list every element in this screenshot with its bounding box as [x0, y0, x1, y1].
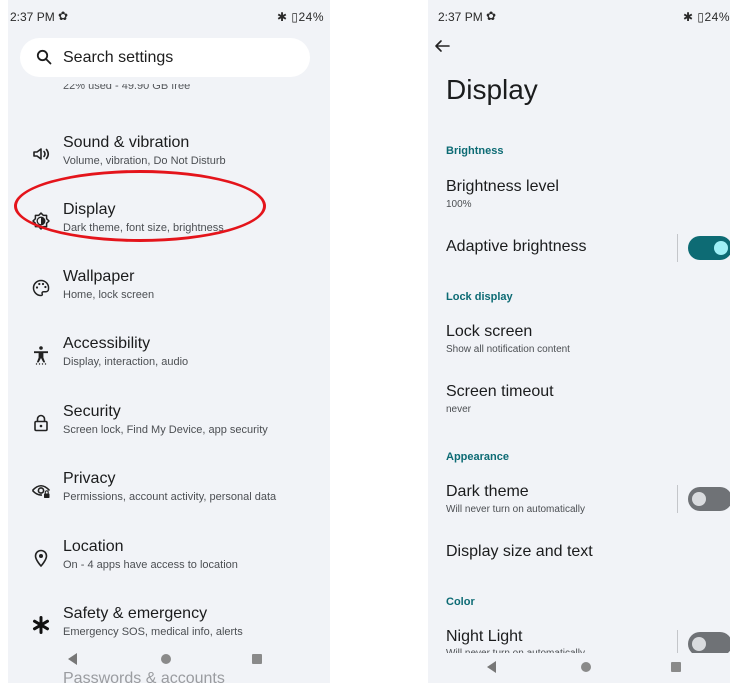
navigation-bar — [8, 641, 330, 683]
settings-item-title: Wallpaper — [63, 268, 135, 285]
display-size-title: Display size and text — [446, 543, 593, 560]
settings-item-title: Sound & vibration — [63, 134, 190, 151]
brightness-level-title: Brightness level — [446, 178, 559, 195]
adaptive-brightness-title: Adaptive brightness — [446, 238, 587, 255]
settings-item-subtitle: Emergency SOS, medical info, alerts — [63, 626, 243, 638]
section-header-appearance: Appearance — [446, 451, 509, 463]
status-time: 2:37 PM — [10, 10, 55, 24]
night-light-title: Night Light — [446, 628, 523, 645]
asterisk-icon — [33, 616, 49, 634]
display-settings-screen: 2:37 PM ✿ ✱ ▯24% Display Brightness Brig… — [428, 0, 730, 683]
palette-icon — [32, 279, 50, 297]
section-header-brightness: Brightness — [446, 145, 504, 157]
search-placeholder: Search settings — [63, 49, 174, 66]
back-arrow-icon[interactable] — [433, 38, 451, 54]
settings-item-subtitle: Volume, vibration, Do Not Disturb — [63, 155, 226, 167]
settings-item-privacy[interactable]: Privacy Permissions, account activity, p… — [8, 467, 330, 519]
settings-item-title: Privacy — [63, 470, 116, 487]
recents-nav-icon[interactable] — [671, 662, 681, 672]
location-pin-icon — [34, 549, 48, 568]
home-nav-icon[interactable] — [581, 662, 591, 672]
brightness-level-value: 100% — [446, 199, 472, 210]
home-nav-icon[interactable] — [161, 654, 171, 664]
status-bar: 2:37 PM ✿ ✱ ▯24% — [8, 0, 330, 34]
screen-timeout-value: never — [446, 404, 472, 415]
settings-item-title: Accessibility — [63, 335, 151, 352]
settings-item-subtitle: Screen lock, Find My Device, app securit… — [63, 424, 268, 436]
section-header-lock-display: Lock display — [446, 291, 513, 303]
settings-screen: 2:37 PM ✿ ✱ ▯24% Search settings 22% use… — [8, 0, 330, 683]
back-nav-icon[interactable] — [487, 661, 496, 673]
status-battery: ✱ ▯24% — [276, 10, 324, 24]
speaker-icon — [33, 148, 50, 160]
status-bar: 2:37 PM ✿ ✱ ▯24% — [428, 0, 730, 34]
divider — [677, 234, 678, 262]
settings-item-location[interactable]: Location On - 4 apps have access to loca… — [8, 535, 330, 587]
dark-theme-title: Dark theme — [446, 483, 529, 500]
lock-screen-title: Lock screen — [446, 323, 533, 340]
screen-timeout-title: Screen timeout — [446, 383, 554, 400]
status-battery: ✱ ▯24% — [682, 10, 730, 24]
search-settings-bar[interactable]: Search settings — [20, 38, 310, 77]
divider — [677, 485, 678, 513]
dark-theme-subtitle: Will never turn on automatically — [446, 504, 585, 515]
adaptive-brightness-toggle[interactable] — [688, 236, 730, 260]
settings-item-subtitle: Permissions, account activity, personal … — [63, 491, 277, 503]
search-icon — [36, 49, 52, 65]
settings-item-security[interactable]: Security Screen lock, Find My Device, ap… — [8, 400, 330, 452]
settings-item-accessibility[interactable]: Accessibility Display, interaction, audi… — [8, 332, 330, 384]
page-title: Display — [446, 74, 538, 105]
highlight-annotation — [14, 170, 266, 242]
storage-summary: 22% used - 49.90 GB free — [63, 84, 191, 92]
gear-icon: ✿ — [486, 9, 497, 23]
lock-icon — [34, 414, 48, 432]
settings-item-subtitle: On - 4 apps have access to location — [63, 559, 238, 571]
eye-icon — [31, 484, 51, 498]
navigation-bar — [428, 653, 730, 683]
section-header-color: Color — [446, 596, 475, 608]
lock-screen-subtitle: Show all notification content — [446, 344, 570, 355]
status-time: 2:37 PM — [438, 10, 483, 24]
settings-item-title: Location — [63, 538, 124, 555]
settings-item-title: Safety & emergency — [63, 605, 208, 622]
back-nav-icon[interactable] — [68, 653, 77, 665]
accessibility-icon — [34, 346, 48, 365]
gear-icon: ✿ — [58, 9, 69, 23]
settings-item-subtitle: Home, lock screen — [63, 289, 155, 301]
settings-item-wallpaper[interactable]: Wallpaper Home, lock screen — [8, 265, 330, 317]
settings-item-title: Security — [63, 403, 121, 420]
recents-nav-icon[interactable] — [252, 654, 262, 664]
dark-theme-toggle[interactable] — [688, 487, 730, 511]
settings-item-subtitle: Display, interaction, audio — [63, 356, 189, 368]
